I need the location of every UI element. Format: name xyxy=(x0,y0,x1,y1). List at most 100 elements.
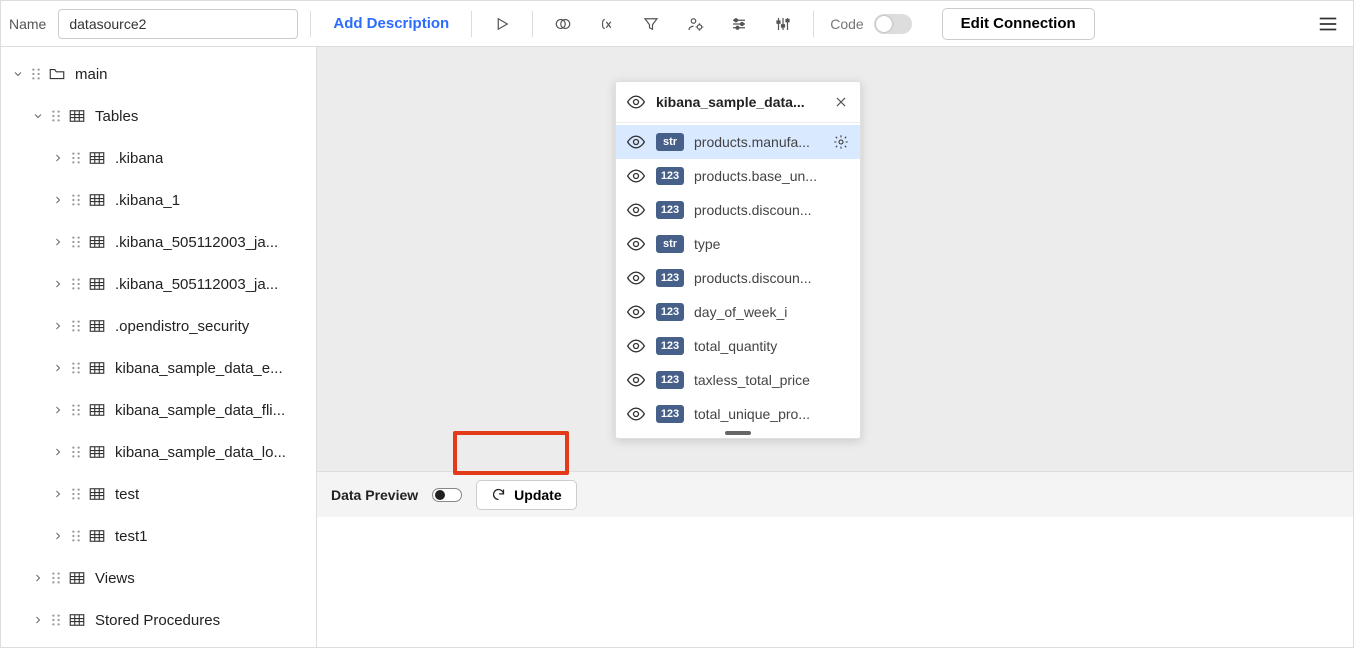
refresh-icon xyxy=(491,487,506,502)
code-toggle[interactable] xyxy=(874,14,912,34)
field-row[interactable]: 123taxless_total_price xyxy=(616,363,860,397)
type-badge: 123 xyxy=(656,269,684,287)
field-row[interactable]: 123products.discoun... xyxy=(616,261,860,295)
eye-icon[interactable] xyxy=(626,336,646,356)
field-row[interactable]: 123day_of_week_i xyxy=(616,295,860,329)
eye-icon[interactable] xyxy=(626,234,646,254)
app-root: Name Add Description Code Edit Con xyxy=(0,0,1354,648)
tree-label: .kibana_1 xyxy=(115,192,180,209)
drag-handle-icon[interactable] xyxy=(49,109,63,123)
eye-icon[interactable] xyxy=(626,92,646,112)
eye-icon[interactable] xyxy=(626,132,646,152)
drag-handle-icon[interactable] xyxy=(69,319,83,333)
tree-label: main xyxy=(75,66,108,83)
name-input[interactable] xyxy=(58,9,298,39)
run-icon[interactable] xyxy=(484,9,520,39)
field-name: products.manufa... xyxy=(694,134,822,150)
drag-handle-icon[interactable] xyxy=(69,487,83,501)
eye-icon[interactable] xyxy=(626,268,646,288)
hamburger-menu-icon[interactable] xyxy=(1311,7,1345,41)
eye-icon[interactable] xyxy=(626,404,646,424)
canvas-area[interactable]: kibana_sample_data... strproducts.manufa… xyxy=(317,47,1353,471)
tree-group-tables[interactable]: Tables xyxy=(1,95,316,137)
drag-handle-icon[interactable] xyxy=(49,571,63,585)
field-name: products.discoun... xyxy=(694,202,850,218)
chevron-right-icon[interactable] xyxy=(49,359,67,377)
update-button[interactable]: Update xyxy=(476,480,576,510)
separator xyxy=(532,11,533,37)
tree-table-item[interactable]: .kibana xyxy=(1,137,316,179)
drag-handle-icon[interactable] xyxy=(69,529,83,543)
toolbar: Name Add Description Code Edit Con xyxy=(1,1,1353,47)
tree-group-stored-procedures[interactable]: Stored Procedures xyxy=(1,599,316,641)
field-row[interactable]: 123products.base_un... xyxy=(616,159,860,193)
drag-handle-icon[interactable] xyxy=(69,445,83,459)
tree-table-item[interactable]: kibana_sample_data_fli... xyxy=(1,389,316,431)
drag-handle-icon[interactable] xyxy=(69,235,83,249)
tree-label: Tables xyxy=(95,108,138,125)
tree-table-item[interactable]: test xyxy=(1,473,316,515)
chevron-right-icon[interactable] xyxy=(29,611,47,629)
close-icon[interactable] xyxy=(832,93,850,111)
tree-label: .kibana_505112003_ja... xyxy=(115,276,278,293)
eye-icon[interactable] xyxy=(626,302,646,322)
field-row[interactable]: strproducts.manufa... xyxy=(616,125,860,159)
tree-table-item[interactable]: .kibana_505112003_ja... xyxy=(1,221,316,263)
field-row[interactable]: 123total_quantity xyxy=(616,329,860,363)
chevron-right-icon[interactable] xyxy=(49,317,67,335)
tree-label: kibana_sample_data_lo... xyxy=(115,444,286,461)
chevron-right-icon[interactable] xyxy=(49,191,67,209)
eye-icon[interactable] xyxy=(626,166,646,186)
table-icon xyxy=(87,358,107,378)
chevron-right-icon[interactable] xyxy=(49,401,67,419)
chevron-right-icon[interactable] xyxy=(49,275,67,293)
type-badge: 123 xyxy=(656,303,684,321)
chevron-right-icon[interactable] xyxy=(49,485,67,503)
table-icon xyxy=(87,148,107,168)
tree-table-item[interactable]: .kibana_1 xyxy=(1,179,316,221)
tree-table-item[interactable]: .opendistro_security xyxy=(1,305,316,347)
card-resize-handle[interactable] xyxy=(616,428,860,438)
join-icon[interactable] xyxy=(545,9,581,39)
tree-group-views[interactable]: Views xyxy=(1,557,316,599)
folder-icon xyxy=(47,64,67,84)
schema-tree[interactable]: main Tables .kibana .kibana_1 .kibana_5051… xyxy=(1,47,317,647)
tree-label: test1 xyxy=(115,528,148,545)
drag-handle-icon[interactable] xyxy=(69,151,83,165)
drag-handle-icon[interactable] xyxy=(69,361,83,375)
sliders-icon[interactable] xyxy=(721,9,757,39)
eye-icon[interactable] xyxy=(626,370,646,390)
chevron-right-icon[interactable] xyxy=(49,527,67,545)
eye-icon[interactable] xyxy=(626,200,646,220)
field-name: type xyxy=(694,236,850,252)
chevron-down-icon[interactable] xyxy=(9,65,27,83)
field-row[interactable]: strtype xyxy=(616,227,860,261)
field-row[interactable]: 123products.discoun... xyxy=(616,193,860,227)
drag-handle-icon[interactable] xyxy=(69,277,83,291)
tree-root-main[interactable]: main xyxy=(1,53,316,95)
tree-table-item[interactable]: kibana_sample_data_e... xyxy=(1,347,316,389)
tree-table-item[interactable]: .kibana_505112003_ja... xyxy=(1,263,316,305)
chevron-right-icon[interactable] xyxy=(49,233,67,251)
drag-handle-icon[interactable] xyxy=(69,403,83,417)
drag-handle-icon[interactable] xyxy=(29,67,43,81)
tree-table-item[interactable]: kibana_sample_data_lo... xyxy=(1,431,316,473)
edit-connection-button[interactable]: Edit Connection xyxy=(942,8,1095,40)
gear-icon[interactable] xyxy=(832,133,850,151)
filter-icon[interactable] xyxy=(633,9,669,39)
field-row[interactable]: 123total_unique_pro... xyxy=(616,397,860,428)
chevron-right-icon[interactable] xyxy=(49,149,67,167)
drag-handle-icon[interactable] xyxy=(69,193,83,207)
fx-icon[interactable] xyxy=(589,9,625,39)
data-preview-toggle[interactable] xyxy=(432,488,462,502)
user-settings-icon[interactable] xyxy=(677,9,713,39)
add-description-link[interactable]: Add Description xyxy=(323,15,459,32)
tree-table-item[interactable]: test1 xyxy=(1,515,316,557)
table-icon xyxy=(67,568,87,588)
drag-handle-icon[interactable] xyxy=(49,613,63,627)
field-list[interactable]: strproducts.manufa...123products.base_un… xyxy=(616,123,860,428)
equalizer-icon[interactable] xyxy=(765,9,801,39)
chevron-right-icon[interactable] xyxy=(49,443,67,461)
chevron-right-icon[interactable] xyxy=(29,569,47,587)
chevron-down-icon[interactable] xyxy=(29,107,47,125)
